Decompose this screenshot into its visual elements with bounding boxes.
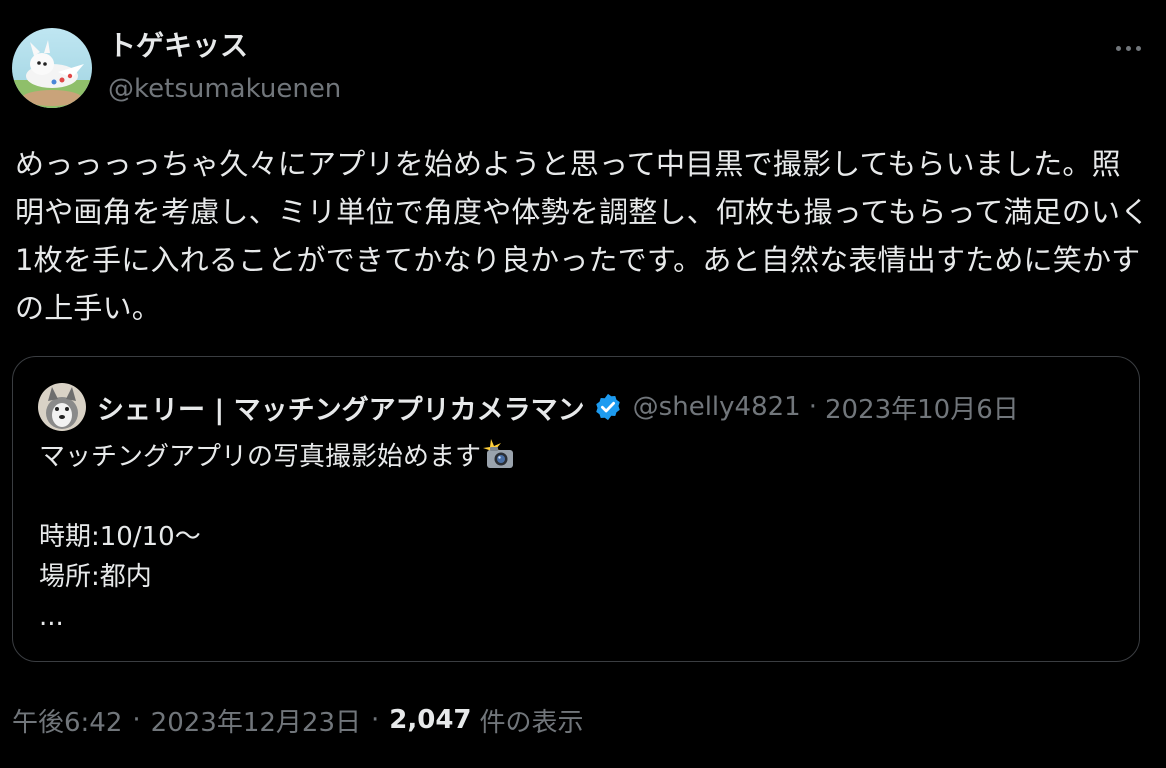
author-display-name[interactable]: トゲキッス bbox=[108, 28, 248, 64]
quote-separator: · bbox=[808, 392, 817, 422]
quote-header: シェリー | マッチングアプリカメラマン @shelly4821 · 2023年… bbox=[97, 387, 1019, 427]
quote-text-line: 時期:10/10〜 bbox=[39, 522, 201, 552]
quote-text-line: マッチングアプリの写真撮影始めます bbox=[39, 437, 1119, 477]
more-horizontal-icon bbox=[1115, 45, 1121, 51]
quote-text: マッチングアプリの写真撮影始めます 時期:10/10〜 場所:都内 ... bbox=[39, 437, 1119, 637]
meta-separator: · bbox=[132, 705, 141, 735]
views-count[interactable]: 2,047 bbox=[389, 705, 471, 735]
quote-author-handle[interactable]: @shelly4821 bbox=[633, 392, 801, 422]
quote-author-avatar[interactable] bbox=[38, 383, 86, 431]
quote-text-ellipsis: ... bbox=[39, 602, 64, 632]
tweet-text: めっっっっちゃ久々にアプリを始めようと思って中目黒で撮影してもらいました。照明や… bbox=[15, 147, 1150, 325]
camera-flash-icon bbox=[483, 439, 514, 468]
quote-author-display-name[interactable]: シェリー | マッチングアプリカメラマン bbox=[97, 388, 585, 427]
more-options-button[interactable] bbox=[1104, 32, 1152, 64]
quote-date[interactable]: 2023年10月6日 bbox=[825, 389, 1019, 426]
views-label[interactable]: 件の表示 bbox=[480, 702, 584, 739]
quote-text-line bbox=[39, 477, 1119, 517]
author-avatar[interactable] bbox=[12, 28, 92, 108]
tweet-time[interactable]: 午後6:42 bbox=[12, 702, 122, 739]
husky-avatar-icon bbox=[38, 383, 86, 431]
quote-text-line: 場所:都内 bbox=[39, 562, 152, 592]
quoted-tweet[interactable]: シェリー | マッチングアプリカメラマン @shelly4821 · 2023年… bbox=[12, 356, 1140, 662]
tweet: トゲキッス @ketsumakuenen めっっっっちゃ久々にアプリを始めようと… bbox=[0, 0, 1166, 768]
tweet-meta: 午後6:42 · 2023年12月23日 · 2,047 件の表示 bbox=[12, 700, 584, 740]
tweet-date[interactable]: 2023年12月23日 bbox=[151, 702, 361, 739]
verified-badge-icon bbox=[595, 393, 620, 421]
meta-separator: · bbox=[371, 705, 380, 735]
togekiss-avatar-icon bbox=[12, 28, 92, 108]
author-handle[interactable]: @ketsumakuenen bbox=[108, 72, 341, 106]
